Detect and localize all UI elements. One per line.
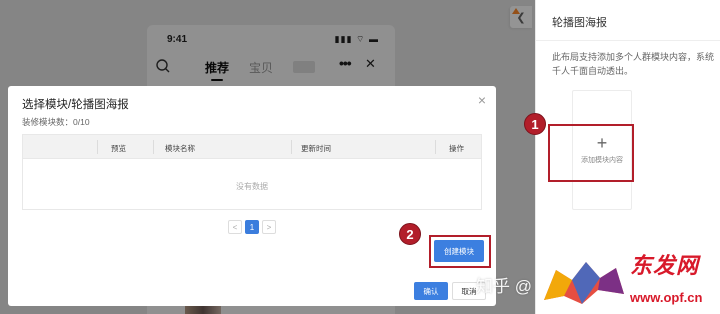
pagination: < 1 > (228, 220, 276, 236)
brand-watermark-url: www.opf.cn (630, 290, 703, 305)
dialog-title: 选择模块/轮播图海报 (22, 99, 129, 111)
panel-description: 此布局支持添加多个人群模块内容，系统千人千面自动透出。 (552, 52, 715, 76)
brand-watermark-cn: 东发网 (630, 253, 700, 278)
column-updated-time: 更新时间 (301, 144, 331, 153)
column-divider (435, 140, 436, 154)
table-header: 预览 模块名称 更新时间 操作 (23, 135, 481, 159)
next-page-button[interactable]: > (262, 220, 276, 234)
annotation-highlight-add-module (548, 124, 634, 182)
panel-divider (536, 40, 720, 41)
module-table: 预览 模块名称 更新时间 操作 没有数据 (22, 134, 482, 210)
prev-page-button[interactable]: < (228, 220, 242, 234)
zhihu-watermark: 知乎 @ (476, 277, 532, 296)
close-icon[interactable]: × (478, 92, 486, 108)
empty-state: 没有数据 (236, 182, 268, 191)
column-preview: 预览 (111, 144, 126, 153)
step-badge-2: 2 (399, 223, 421, 245)
select-module-dialog: 选择模块/轮播图海报 × 装修模块数：0/10 预览 模块名称 更新时间 操作 … (8, 86, 496, 306)
panel-title: 轮播图海报 (552, 17, 607, 29)
page-1-button[interactable]: 1 (245, 220, 259, 234)
module-count: 装修模块数：0/10 (22, 117, 90, 127)
step-badge-1: 1 (524, 113, 546, 135)
column-module-name: 模块名称 (165, 144, 195, 153)
column-divider (291, 140, 292, 154)
brand-logo-icon (544, 262, 624, 304)
annotation-highlight-create-module (429, 235, 491, 268)
confirm-button[interactable]: 确认 (414, 282, 448, 300)
column-divider (153, 140, 154, 154)
column-actions: 操作 (449, 144, 464, 153)
column-divider (97, 140, 98, 154)
